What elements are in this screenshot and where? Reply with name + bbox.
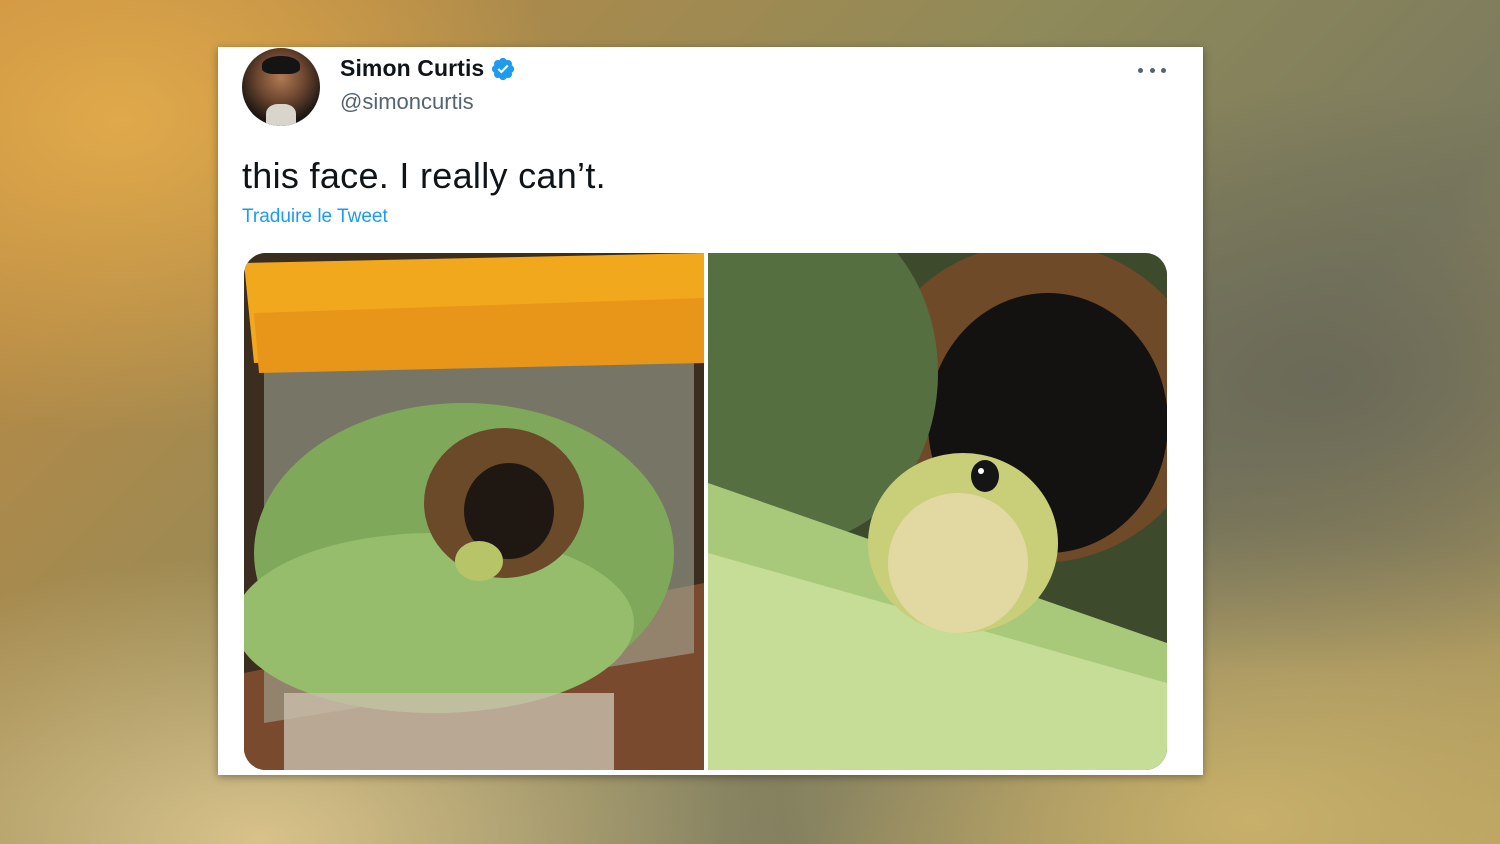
tweet-text: this face. I really can’t. — [242, 155, 606, 196]
avatar-shirt — [266, 104, 296, 126]
avatar[interactable] — [242, 48, 320, 126]
more-options-icon[interactable] — [1138, 65, 1166, 75]
author-display-name[interactable]: Simon Curtis — [340, 55, 484, 82]
frog-in-terrarium-photo[interactable] — [244, 253, 704, 770]
frog-closeup-photo[interactable] — [708, 253, 1167, 770]
author-handle[interactable]: @simoncurtis — [340, 89, 474, 115]
author-name-row: Simon Curtis — [340, 55, 516, 82]
tweet-card: Simon Curtis @simoncurtis this face. I r… — [218, 47, 1203, 775]
avatar-hair — [262, 56, 300, 74]
tweet-media-grid — [244, 253, 1167, 770]
translate-tweet-link[interactable]: Traduire le Tweet — [242, 206, 388, 228]
verified-badge-icon — [490, 56, 516, 82]
